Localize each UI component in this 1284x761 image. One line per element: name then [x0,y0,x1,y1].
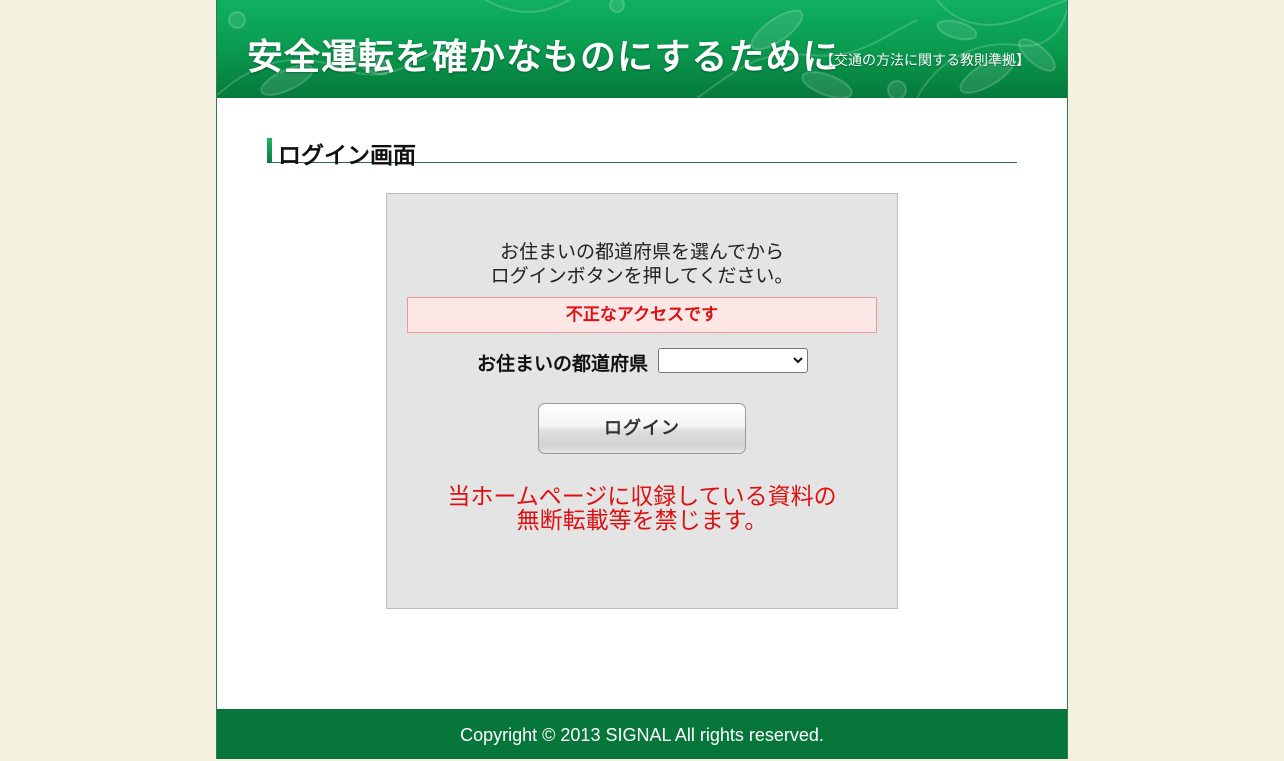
section-heading: ログイン画面 [267,138,1017,169]
login-button[interactable]: ログイン [538,403,746,454]
error-message: 不正なアクセスです [407,297,877,333]
login-panel: お住まいの都道府県を選んでから ログインボタンを押してください。 不正なアクセス… [386,193,898,609]
site-subtitle: 【交通の方法に関する教則準拠】 [820,53,1030,69]
login-instruction: お住まいの都道府県を選んでから ログインボタンを押してください。 [387,240,897,288]
copyright-notice: 当ホームページに収録している資料の 無断転載等を禁じます。 [387,485,897,533]
prefecture-label: お住まいの都道府県 [477,353,649,375]
instruction-line-2: ログインボタンを押してください。 [490,265,794,287]
instruction-line-1: お住まいの都道府県を選んでから [499,241,785,263]
notice-line-1: 当ホームページに収録している資料の [447,484,837,510]
page-title: ログイン画面 [278,143,416,169]
site-header: 安全運転を確かなものにするために 【交通の方法に関する教則準拠】 [217,0,1067,98]
site-title: 安全運転を確かなものにするために [247,37,840,78]
heading-accent-bar [267,138,272,162]
notice-line-2: 無断転載等を禁じます。 [516,508,768,534]
prefecture-select[interactable] [658,348,808,373]
site-footer: Copyright © 2013 SIGNAL All rights reser… [217,709,1067,759]
prefecture-field-row: お住まいの都道府県 [387,348,897,375]
page-container: 安全運転を確かなものにするために 【交通の方法に関する教則準拠】 ログイン画面 … [216,0,1068,759]
chevron-down-icon [793,357,803,364]
